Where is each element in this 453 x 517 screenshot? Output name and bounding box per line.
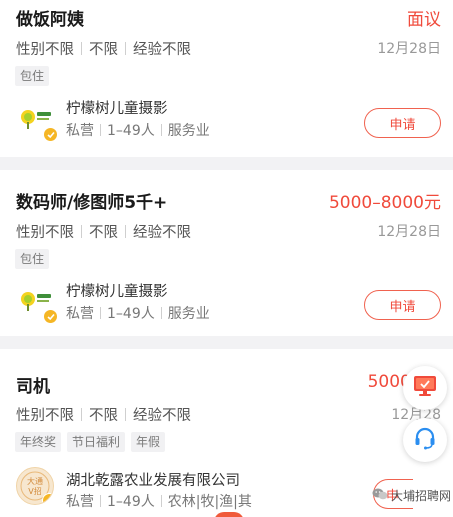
benefit-tags: 包住 — [15, 249, 50, 269]
company-info: 私营 1–49人 服务业 — [66, 303, 210, 323]
customer-service-button[interactable] — [403, 418, 447, 462]
divider — [125, 225, 126, 238]
divider — [100, 495, 101, 507]
job-title: 司机 — [16, 377, 50, 397]
apply-button[interactable]: 申请 — [364, 290, 441, 320]
lemon-tree-logo[interactable] — [16, 282, 58, 324]
salary: 面议 — [407, 10, 441, 30]
education-req: 不限 — [89, 225, 118, 241]
company-name[interactable]: 湖北乾露农业发展有限公司 — [66, 469, 240, 490]
job-title: 数码师/修图师5千+ — [16, 193, 168, 213]
divider — [125, 42, 126, 55]
experience-req: 经验不限 — [133, 225, 191, 241]
divider — [125, 408, 126, 421]
company-size: 1–49人 — [107, 494, 155, 510]
benefit-tag: 包住 — [15, 249, 50, 269]
divider — [160, 307, 162, 319]
benefit-tags: 年终奖 节日福利 年假 — [15, 432, 166, 452]
divider — [160, 495, 162, 507]
education-req: 不限 — [89, 408, 118, 424]
verified-badge-icon — [43, 127, 58, 142]
divider — [100, 124, 101, 136]
company-name[interactable]: 柠檬树儿童摄影 — [66, 280, 168, 301]
benefit-tag: 年假 — [131, 432, 166, 452]
company-size: 1–49人 — [107, 123, 155, 139]
logo-text: 大通 — [27, 476, 43, 486]
watermark: 大埔招聘网 — [372, 487, 451, 504]
benefit-tag: 年终奖 — [15, 432, 62, 452]
company-industry: 农林|牧|渔|其 — [167, 494, 252, 510]
company-name[interactable]: 柠檬树儿童摄影 — [66, 97, 168, 118]
watermark-text: 大埔招聘网 — [391, 489, 452, 503]
job-card[interactable]: 数码师/修图师5千+ 5000–8000元 性别不限 不限 经验不限 12月28… — [0, 170, 453, 336]
experience-req: 经验不限 — [133, 408, 191, 424]
gender-req: 性别不限 — [16, 225, 74, 241]
monitor-icon — [413, 375, 437, 401]
headset-icon — [413, 426, 437, 454]
job-title: 做饭阿姨 — [16, 10, 84, 30]
job-requirements: 性别不限 不限 经验不限 — [16, 38, 191, 59]
wechat-icon — [372, 487, 388, 504]
divider — [81, 42, 82, 55]
company-type: 私营 — [66, 306, 94, 322]
lemon-tree-logo[interactable] — [16, 100, 58, 142]
apply-button[interactable]: 申请 — [364, 108, 441, 138]
verified-badge-icon — [43, 309, 58, 324]
salary: 5000–8000元 — [328, 193, 441, 213]
company-type: 私营 — [66, 494, 94, 510]
post-date: 12月28日 — [377, 224, 441, 240]
company-industry: 服务业 — [167, 306, 210, 322]
bottom-action-button[interactable] — [214, 512, 244, 517]
job-requirements: 性别不限 不限 经验不限 — [16, 221, 191, 242]
gender-req: 性别不限 — [16, 42, 74, 58]
company-info: 私营 1–49人 农林|牧|渔|其 — [66, 491, 252, 511]
divider — [81, 408, 82, 421]
job-requirements: 性别不限 不限 经验不限 — [16, 404, 191, 425]
monitor-button[interactable] — [403, 366, 447, 410]
gender-req: 性别不限 — [16, 408, 74, 424]
logo-text: V招 — [28, 486, 41, 496]
benefit-tag: 包住 — [15, 66, 50, 86]
company-industry: 服务业 — [167, 123, 210, 139]
benefit-tags: 包住 — [15, 66, 50, 86]
company-info: 私营 1–49人 服务业 — [66, 120, 210, 140]
divider — [160, 124, 162, 136]
experience-req: 经验不限 — [133, 42, 191, 58]
company-badge-logo[interactable]: 大通 V招 — [16, 467, 54, 505]
benefit-tag: 节日福利 — [67, 432, 126, 452]
verified-badge-icon — [42, 493, 53, 504]
post-date: 12月28日 — [377, 41, 441, 57]
job-card[interactable]: 做饭阿姨 面议 性别不限 不限 经验不限 12月28日 包住 柠檬树儿童摄影 私… — [0, 0, 453, 157]
company-type: 私营 — [66, 123, 94, 139]
education-req: 不限 — [89, 42, 118, 58]
company-size: 1–49人 — [107, 306, 155, 322]
divider — [81, 225, 82, 238]
divider — [100, 307, 101, 319]
